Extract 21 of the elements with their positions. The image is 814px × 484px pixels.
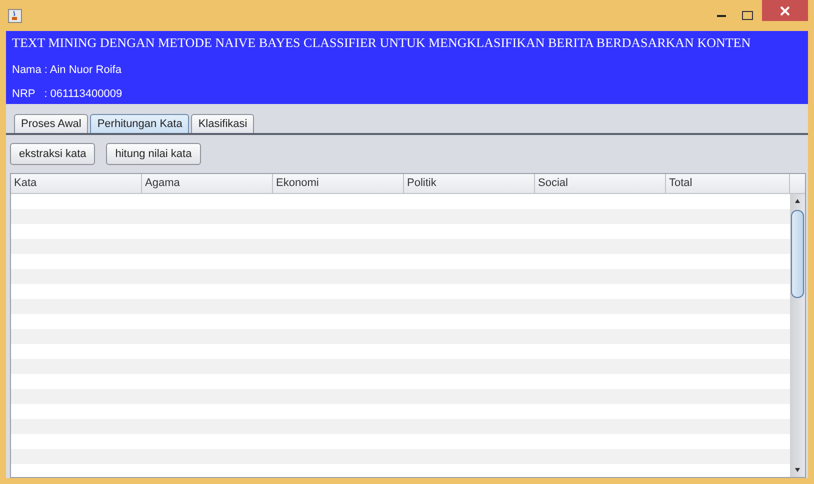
column-header[interactable]: Ekonomi xyxy=(273,174,404,193)
close-icon xyxy=(780,6,790,16)
column-header[interactable]: Total xyxy=(666,174,790,193)
tab[interactable]: Proses Awal xyxy=(14,114,88,133)
column-header[interactable]: Agama xyxy=(142,174,273,193)
author-nrp: NRP : 061113400009 xyxy=(12,88,124,100)
action-button[interactable]: ekstraksi kata xyxy=(10,143,96,165)
column-header[interactable]: Politik xyxy=(404,174,535,193)
author-name: Nama : Ain Nuor Roifa xyxy=(12,64,122,76)
scrollbar[interactable] xyxy=(790,194,805,477)
action-button[interactable]: hitung nilai kata xyxy=(106,143,201,165)
maximize-icon xyxy=(742,11,752,20)
tab[interactable]: Perhitungan Kata xyxy=(90,114,190,133)
minimize-icon xyxy=(716,14,726,17)
tab[interactable]: Klasifikasi xyxy=(191,114,254,133)
scroll-thumb[interactable] xyxy=(791,210,804,298)
close-button[interactable] xyxy=(762,0,808,21)
app-title: TEXT MINING DENGAN METODE NAIVE BAYES CLASSIFIER UNTUK MENGKLASIFIKAN BERITA BERDASARKAN KONTEN xyxy=(12,35,752,51)
column-header[interactable]: Social xyxy=(535,174,666,193)
java-cup-icon xyxy=(8,8,22,22)
column-header[interactable]: Kata xyxy=(11,174,142,193)
